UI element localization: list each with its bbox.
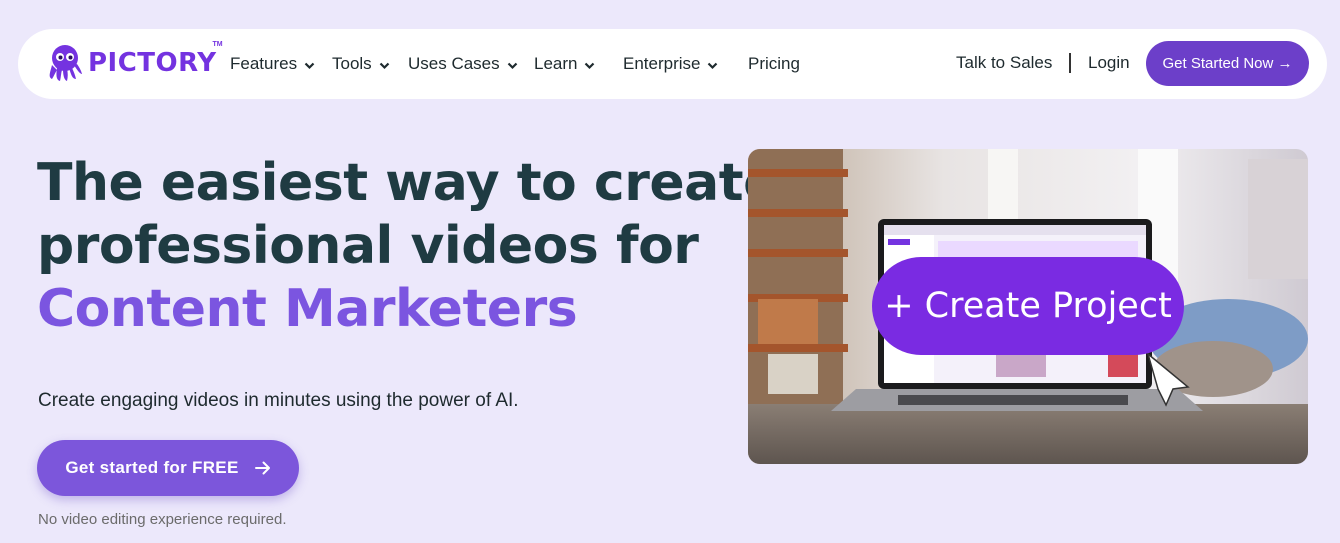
- nav-enterprise[interactable]: Enterprise: [623, 53, 718, 75]
- hero-video-thumbnail[interactable]: + Create Project: [748, 149, 1308, 464]
- trademark-mark: TM: [212, 41, 223, 48]
- logo-wordmark: PICTORY: [88, 48, 217, 78]
- octopus-logo-icon: [49, 45, 82, 81]
- nav-enterprise-label: Enterprise: [623, 54, 701, 73]
- hero-note: No video editing experience required.: [38, 511, 287, 528]
- nav-pricing[interactable]: Pricing: [748, 53, 800, 75]
- chevron-down-icon: [507, 62, 517, 70]
- chevron-down-icon: [379, 62, 389, 70]
- nav-learn[interactable]: Learn: [534, 53, 595, 75]
- login-link[interactable]: Login: [1088, 53, 1130, 75]
- chevron-down-icon: [304, 62, 315, 70]
- nav-tools-label: Tools: [332, 54, 372, 73]
- get-started-now-button[interactable]: Get Started Now →: [1146, 41, 1309, 86]
- headline-accent: Content Marketers: [37, 279, 578, 339]
- nav-learn-label: Learn: [534, 54, 578, 73]
- create-project-label: + Create Project: [884, 286, 1172, 326]
- nav-use-cases-label: Uses Cases: [408, 54, 500, 73]
- headline-line-1: The easiest way to create: [37, 153, 778, 213]
- create-project-overlay: + Create Project: [872, 257, 1184, 355]
- nav-use-cases[interactable]: Uses Cases: [408, 53, 518, 75]
- nav-features[interactable]: Features: [230, 53, 315, 75]
- get-started-free-button[interactable]: Get started for FREE: [37, 440, 299, 496]
- get-started-now-label: Get Started Now →: [1162, 55, 1293, 72]
- hero-subtext: Create engaging videos in minutes using …: [38, 390, 519, 411]
- nav-features-label: Features: [230, 54, 298, 73]
- talk-to-sales-link[interactable]: Talk to Sales: [956, 53, 1052, 75]
- get-started-free-label: Get started for FREE: [65, 458, 239, 477]
- chevron-down-icon: [708, 62, 718, 70]
- chevron-down-icon: [585, 62, 595, 70]
- nav-pricing-label: Pricing: [748, 54, 800, 73]
- nav-divider: [1069, 53, 1071, 73]
- top-navbar: PICTORY TM Features Tools Uses Cases Lea…: [18, 29, 1327, 99]
- nav-tools[interactable]: Tools: [332, 53, 390, 75]
- pictory-logo[interactable]: PICTORY TM: [46, 41, 223, 83]
- headline-line-2: professional videos for: [37, 216, 699, 276]
- arrow-right-icon: [254, 461, 270, 475]
- hero-headline: The easiest way to create professional v…: [37, 152, 778, 341]
